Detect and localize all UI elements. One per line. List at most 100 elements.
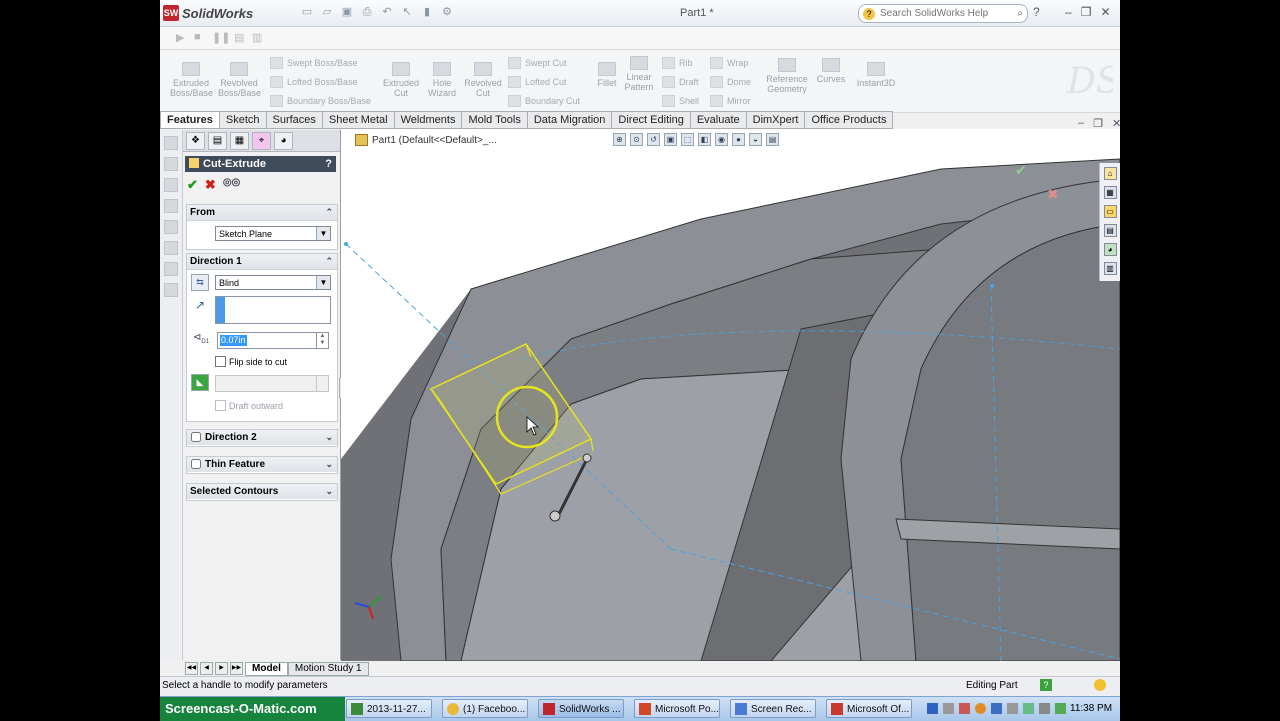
tree-item-icon[interactable] [164, 283, 178, 297]
depth-input[interactable]: 0.07in [217, 332, 317, 349]
graphics-area[interactable]: ✔ ✖ Part1 (Default<<Default>_... ⊕ ⊙ ↺ ▣… [341, 129, 1120, 661]
checkbox-box[interactable] [215, 400, 226, 411]
hole-wizard-button[interactable]: Hole Wizard [422, 62, 462, 98]
motion-study-tab[interactable]: Motion Study 1 [287, 662, 369, 676]
draft-angle-spinner[interactable] [317, 375, 329, 392]
expand-icon[interactable]: ⌄ [325, 430, 333, 445]
appearances-icon[interactable]: ◕ [1103, 243, 1117, 256]
draft-outward-checkbox[interactable]: Draft outward [215, 400, 283, 411]
undo-icon[interactable]: ↶ [380, 5, 394, 19]
taskbar-item-office[interactable]: Microsoft Of... [826, 699, 912, 718]
tree-item-icon[interactable] [164, 157, 178, 171]
depth-spinner[interactable]: ▲ ▼ [317, 332, 329, 349]
tab-evaluate[interactable]: Evaluate [690, 111, 747, 129]
previous-view-icon[interactable]: ↺ [647, 133, 660, 146]
tab-surfaces[interactable]: Surfaces [266, 111, 323, 129]
tab-data-migration[interactable]: Data Migration [527, 111, 613, 129]
fillet-button[interactable]: Fillet [592, 62, 622, 88]
lofted-boss-button[interactable]: Lofted Boss/Base [270, 76, 358, 88]
tree-item-icon[interactable] [164, 241, 178, 255]
new-macro-icon[interactable]: ▥ [252, 31, 262, 44]
taskbar-item-powerpoint[interactable]: Microsoft Po... [634, 699, 720, 718]
thin-feature-checkbox[interactable] [191, 459, 201, 469]
tree-item-icon[interactable] [164, 199, 178, 213]
help-search-box[interactable]: ? ⌕ [858, 4, 1028, 23]
new-icon[interactable]: ▭ [300, 5, 314, 19]
thin-feature-header[interactable]: Thin Feature ⌄ [187, 457, 337, 472]
draft-onoff-icon[interactable]: ◣ [191, 374, 209, 391]
swept-boss-button[interactable]: Swept Boss/Base [270, 57, 358, 69]
print-icon[interactable]: ⎙ [360, 5, 374, 19]
taskbar-item-chrome[interactable]: (1) Faceboo... [442, 699, 528, 718]
tab-dimxpert[interactable]: DimXpert [746, 111, 806, 129]
home-icon[interactable]: ⌂ [1103, 167, 1117, 180]
power-icon[interactable] [1039, 703, 1050, 714]
options-icon[interactable]: ⚙ [440, 5, 454, 19]
breadcrumb[interactable]: Part1 (Default<<Default>_... [355, 134, 497, 146]
select-icon[interactable]: ↖ [400, 5, 414, 19]
volume-icon[interactable] [1023, 703, 1034, 714]
tab-sheet-metal[interactable]: Sheet Metal [322, 111, 395, 129]
custom-properties-icon[interactable]: ▥ [1103, 262, 1117, 275]
property-manager-tab-icon[interactable]: ▤ [208, 132, 227, 150]
revolved-cut-button[interactable]: Revolved Cut [462, 62, 504, 98]
direction2-header[interactable]: Direction 2 ⌄ [187, 430, 337, 445]
doc-restore-icon[interactable]: ❐ [1093, 117, 1103, 130]
confirm-corner-check-icon[interactable]: ✔ [1015, 163, 1027, 179]
draft-angle-input[interactable] [215, 375, 317, 392]
help-tray-icon[interactable] [927, 703, 938, 714]
dimxpert-tab-icon[interactable]: ⌖ [252, 132, 271, 150]
tray-icon[interactable] [975, 703, 986, 714]
play-icon[interactable]: ▶ [176, 31, 184, 44]
view-settings-icon[interactable]: ▤ [766, 133, 779, 146]
quick-tips-icon[interactable]: ? [1040, 679, 1052, 691]
configuration-manager-tab-icon[interactable]: ▦ [230, 132, 249, 150]
tray-icon[interactable] [943, 703, 954, 714]
taskbar-item-solidworks[interactable]: SolidWorks ... [538, 699, 624, 718]
doc-close-icon[interactable]: ✕ [1112, 117, 1120, 130]
file-explorer-icon[interactable]: ▭ [1103, 205, 1117, 218]
tab-weldments[interactable]: Weldments [394, 111, 463, 129]
linear-pattern-button[interactable]: Linear Pattern [622, 56, 656, 92]
tray-icon[interactable] [991, 703, 1002, 714]
end-condition-select[interactable]: Blind ▼ [215, 275, 331, 290]
tree-item-icon[interactable] [164, 262, 178, 276]
apply-scene-icon[interactable]: ◒ [749, 133, 762, 146]
direction2-checkbox[interactable] [191, 432, 201, 442]
design-library-icon[interactable]: ▦ [1103, 186, 1117, 199]
tab-mold-tools[interactable]: Mold Tools [462, 111, 528, 129]
reverse-direction-icon[interactable]: ⇆ [191, 274, 209, 291]
doc-minimize-icon[interactable]: – [1078, 117, 1084, 130]
stop-icon[interactable]: ■ [194, 31, 201, 43]
help-button[interactable]: ? [325, 156, 332, 172]
rebuild-icon[interactable]: ▮ [420, 5, 434, 19]
zoom-area-icon[interactable]: ⊙ [630, 133, 643, 146]
app-logo[interactable]: SW SolidWorks [163, 4, 253, 22]
tab-sketch[interactable]: Sketch [219, 111, 267, 129]
shell-button[interactable]: Shell [662, 95, 699, 107]
tree-item-icon[interactable] [164, 178, 178, 192]
help-menu-button[interactable]: ? [1033, 5, 1040, 19]
clock[interactable]: 11:38 PM [1070, 697, 1120, 721]
view-orientation-icon[interactable]: ⬚ [681, 133, 694, 146]
tab-direct-editing[interactable]: Direct Editing [612, 111, 691, 129]
model-view[interactable]: ✔ ✖ [341, 129, 1120, 661]
hide-show-icon[interactable]: ◉ [715, 133, 728, 146]
tray-icon[interactable] [1055, 703, 1066, 714]
taskbar-item-folder[interactable]: 2013-11-27... [346, 699, 432, 718]
extruded-cut-button[interactable]: Extruded Cut [380, 62, 422, 98]
first-tab-icon[interactable]: ◀◀ [185, 662, 198, 675]
revolved-boss-button[interactable]: Revolved Boss/Base [218, 62, 261, 98]
mirror-button[interactable]: Mirror [710, 95, 751, 107]
expand-icon[interactable]: ⌄ [325, 457, 333, 472]
selected-contours-header[interactable]: Selected Contours ⌄ [187, 484, 337, 499]
restore-icon[interactable]: ❐ [1081, 5, 1092, 19]
search-icon[interactable]: ⌕ [1017, 8, 1023, 19]
next-tab-icon[interactable]: ▶ [215, 662, 228, 675]
minimize-icon[interactable]: – [1065, 5, 1072, 19]
collapse-icon[interactable]: ⌃ [325, 254, 333, 269]
from-select[interactable]: Sketch Plane ▼ [215, 226, 331, 241]
close-icon[interactable]: ✕ [1100, 5, 1110, 19]
confirm-corner-cancel-icon[interactable]: ✖ [1047, 187, 1059, 203]
taskbar-item-screen-recorder[interactable]: Screen Rec... [730, 699, 816, 718]
